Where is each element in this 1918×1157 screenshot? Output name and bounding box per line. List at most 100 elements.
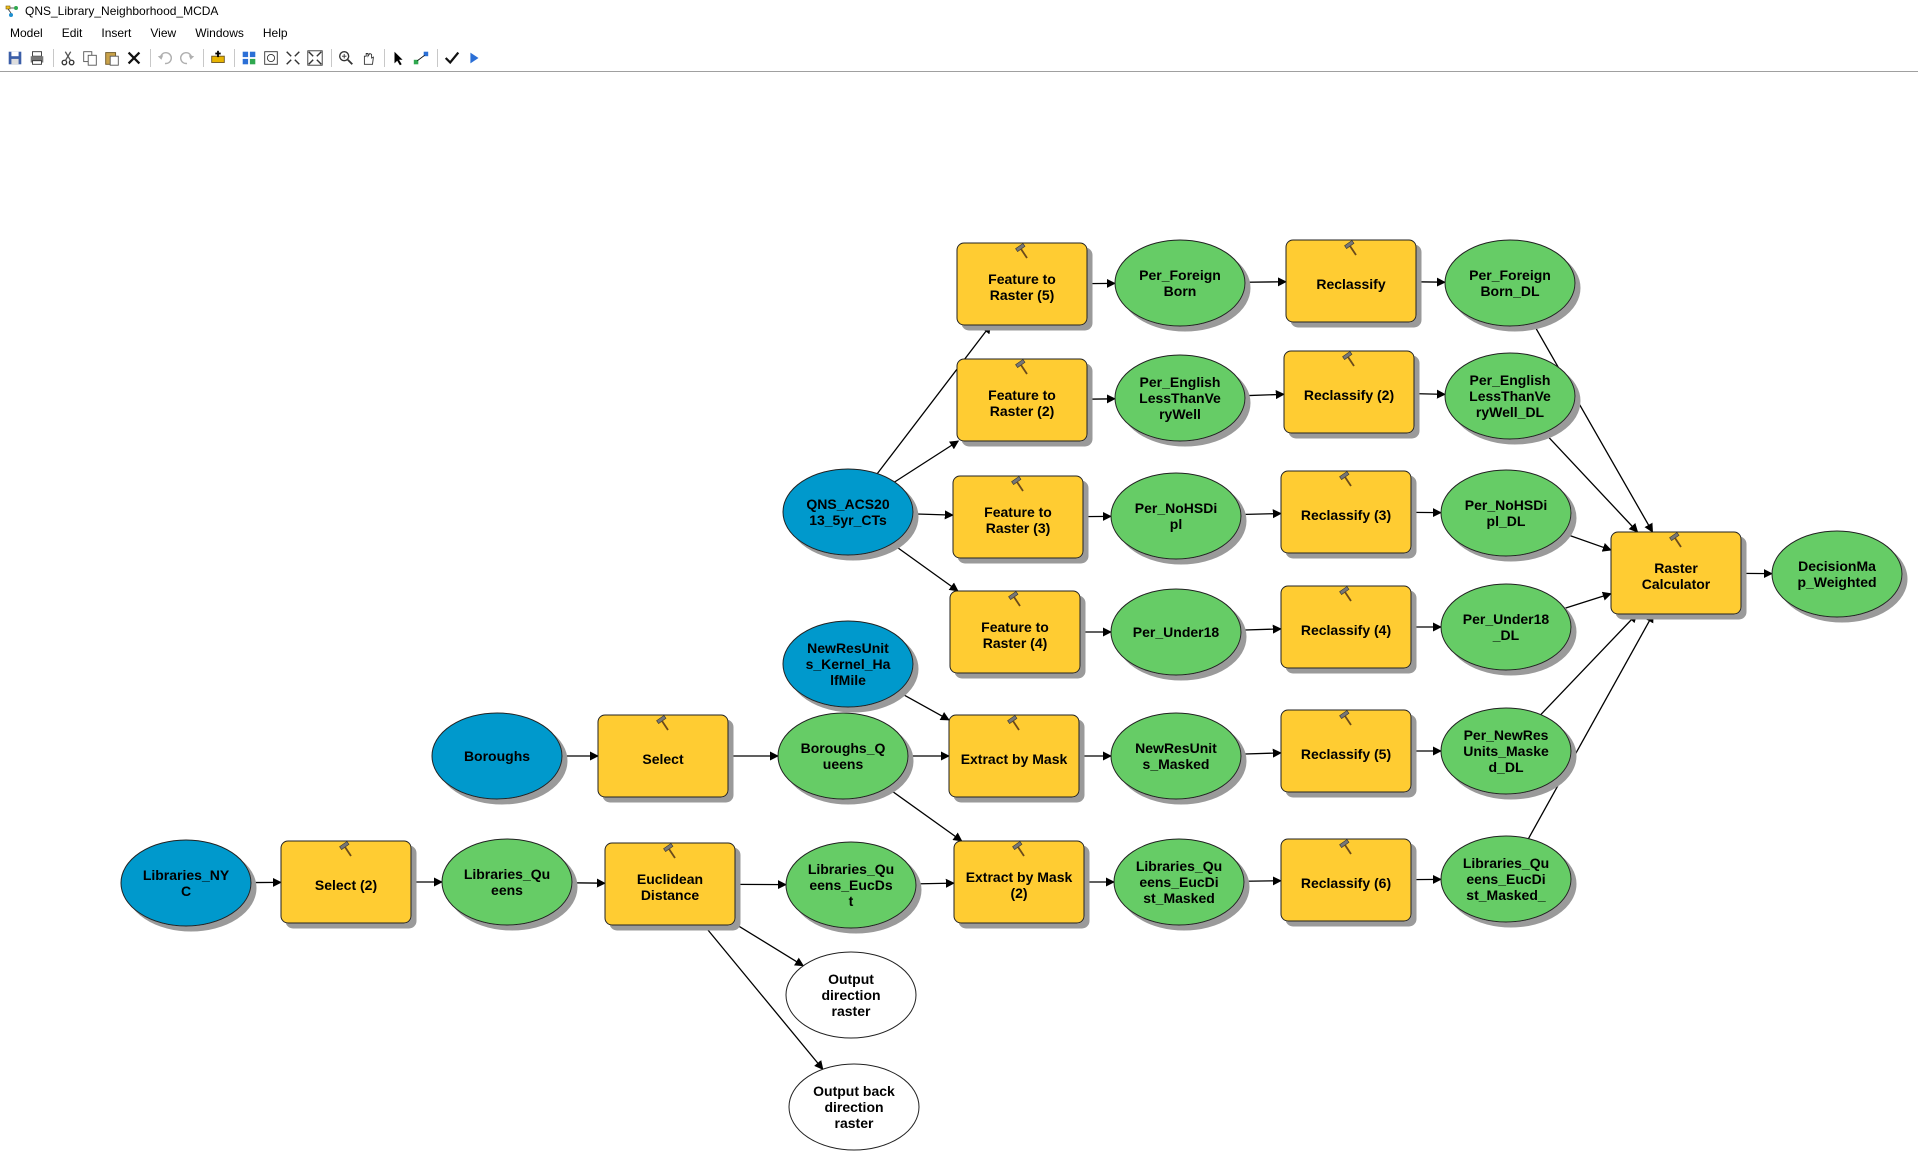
- connection-bq-to-ebm2[interactable]: [886, 787, 963, 842]
- tool-node-euc[interactable]: EuclideanDistance: [604, 842, 736, 926]
- undo-button[interactable]: [155, 48, 175, 68]
- toolbar-separator: [203, 49, 204, 67]
- tool-node-ebm2[interactable]: Extract by Mask(2): [953, 840, 1085, 924]
- node-label-line: NewResUnit: [807, 640, 889, 656]
- tool-node-rc4[interactable]: Reclassify (4): [1280, 585, 1412, 669]
- data-node-pel[interactable]: Per_EnglishLessThanVeryWell: [1114, 354, 1246, 442]
- data-node-bq[interactable]: Boroughs_Queens: [777, 712, 909, 800]
- redo-button[interactable]: [177, 48, 197, 68]
- full-extent-button[interactable]: [261, 48, 281, 68]
- connection-pu18-to-rc4[interactable]: [1240, 624, 1282, 634]
- tool-node-rc6[interactable]: Reclassify (6): [1280, 838, 1412, 922]
- node-label-line: Reclassify (3): [1301, 507, 1391, 523]
- node-label-line: Raster (5): [990, 287, 1055, 303]
- data-node-lqem[interactable]: Libraries_Queens_EucDist_Masked: [1113, 838, 1245, 926]
- save-button[interactable]: [5, 48, 25, 68]
- connection-acs-to-ftr2[interactable]: [894, 440, 960, 483]
- tool-node-calc[interactable]: RasterCalculator: [1610, 531, 1742, 615]
- cut-button[interactable]: [58, 48, 78, 68]
- data-node-dmw[interactable]: DecisionMap_Weighted: [1771, 530, 1903, 618]
- node-label-line: st_Masked_: [1466, 887, 1546, 903]
- print-button[interactable]: [27, 48, 47, 68]
- node-label-line: 13_5yr_CTs: [809, 512, 887, 528]
- model-canvas[interactable]: QNS_ACS2013_5yr_CTs NewResUnits_Kernel_Ha…: [0, 72, 1918, 1157]
- menu-model[interactable]: Model: [0, 22, 52, 44]
- data-node-pns[interactable]: Per_NoHSDipl: [1110, 472, 1242, 560]
- data-node-pu18[interactable]: Per_Under18: [1110, 588, 1242, 676]
- delete-button[interactable]: [124, 48, 144, 68]
- node-label-line: Select: [642, 751, 684, 767]
- connection-pu18dl-to-calc[interactable]: [1564, 591, 1612, 610]
- tool-node-select[interactable]: Select: [597, 714, 729, 798]
- data-node-lqe[interactable]: Libraries_Queens_EucDst: [785, 841, 917, 929]
- node-label-line: Euclidean: [637, 871, 703, 887]
- node-label-line: Select (2): [315, 877, 377, 893]
- run-button[interactable]: [464, 48, 484, 68]
- data-node-pfbdl[interactable]: Per_ForeignBorn_DL: [1444, 239, 1576, 327]
- toolbar-separator: [53, 49, 54, 67]
- tool-node-ftr3[interactable]: Feature toRaster (3): [952, 475, 1084, 559]
- tool-node-rc3[interactable]: Reclassify (3): [1280, 470, 1412, 554]
- tool-node-rc2[interactable]: Reclassify (2): [1283, 350, 1415, 434]
- node-label-line: Libraries_Qu: [1463, 855, 1549, 871]
- connection-pns-to-rc3[interactable]: [1240, 509, 1282, 519]
- data-node-peldl[interactable]: Per_EnglishLessThanVeryWell_DL: [1444, 352, 1576, 440]
- tool-node-ftr5[interactable]: Feature toRaster (5): [956, 242, 1088, 326]
- toolbar: [0, 46, 1918, 70]
- tool-node-rc5[interactable]: Reclassify (5): [1280, 709, 1412, 793]
- connection-euc-to-odr[interactable]: [734, 923, 805, 967]
- menu-help[interactable]: Help: [253, 22, 297, 44]
- tool-node-rc[interactable]: Reclassify: [1285, 239, 1417, 323]
- node-label-line: Feature to: [988, 387, 1056, 403]
- data-node-boroughs[interactable]: Boroughs: [431, 712, 563, 800]
- connection-acs-to-ftr3[interactable]: [912, 510, 954, 520]
- data-node-nrm[interactable]: NewResUnits_Masked: [1110, 712, 1242, 800]
- menu-insert[interactable]: Insert: [91, 22, 140, 44]
- data-node-pnsdl[interactable]: Per_NoHSDipl_DL: [1440, 469, 1572, 557]
- node-label-line: Units_Maske: [1463, 743, 1549, 759]
- connection-rc2-to-peldl[interactable]: [1413, 389, 1446, 399]
- data-node-libnyc[interactable]: Libraries_NYC: [120, 839, 252, 927]
- node-label-line: ueens: [823, 756, 864, 772]
- tool-node-select2[interactable]: Select (2): [280, 840, 412, 924]
- connection-pel-to-rc2[interactable]: [1244, 390, 1285, 400]
- add-connection-button[interactable]: [411, 48, 431, 68]
- select-button[interactable]: [389, 48, 409, 68]
- menu-windows[interactable]: Windows: [185, 22, 253, 44]
- tool-node-ftr2[interactable]: Feature toRaster (2): [956, 358, 1088, 442]
- data-node-newres[interactable]: NewResUnits_Kernel_HalfMile: [782, 620, 914, 708]
- menu-view[interactable]: View: [140, 22, 185, 44]
- output-node-obdr[interactable]: Output backdirectionraster: [788, 1063, 920, 1151]
- fixed-zoom-in-button[interactable]: [283, 48, 303, 68]
- validate-button[interactable]: [442, 48, 462, 68]
- fixed-zoom-out-button[interactable]: [305, 48, 325, 68]
- tool-node-ebm[interactable]: Extract by Mask: [948, 714, 1080, 798]
- data-node-lqemdl[interactable]: Libraries_Queens_EucDist_Masked_: [1440, 835, 1572, 923]
- copy-button[interactable]: [80, 48, 100, 68]
- data-node-acs[interactable]: QNS_ACS2013_5yr_CTs: [782, 468, 914, 556]
- connection-nrm-to-rc5[interactable]: [1240, 748, 1282, 758]
- data-node-pnrdl[interactable]: Per_NewResUnits_Masked_DL: [1440, 707, 1572, 795]
- add-data-button[interactable]: [208, 48, 228, 68]
- data-node-lq[interactable]: Libraries_Queens: [441, 838, 573, 926]
- data-node-pu18dl[interactable]: Per_Under18_DL: [1440, 583, 1572, 671]
- output-node-odr[interactable]: Outputdirectionraster: [785, 951, 917, 1039]
- auto-layout-icon: [242, 51, 256, 65]
- connection-lqe-to-ebm2[interactable]: [915, 878, 955, 888]
- zoom-in-icon: [339, 51, 353, 65]
- tool-node-ftr4[interactable]: Feature toRaster (4): [949, 590, 1081, 674]
- node-label-line: C: [181, 883, 191, 899]
- pan-button[interactable]: [358, 48, 378, 68]
- auto-layout-button[interactable]: [239, 48, 259, 68]
- data-node-pfb[interactable]: Per_ForeignBorn: [1114, 239, 1246, 327]
- connection-newres-to-ebm[interactable]: [897, 691, 950, 721]
- node-label-line: Feature to: [981, 619, 1049, 635]
- menu-edit[interactable]: Edit: [52, 22, 92, 44]
- node-label-line: Per_Under18: [1463, 611, 1550, 627]
- toolbar-separator: [234, 49, 235, 67]
- connection-pnsdl-to-calc[interactable]: [1563, 532, 1612, 552]
- zoom-in-button[interactable]: [336, 48, 356, 68]
- connection-acs-to-ftr4[interactable]: [891, 543, 959, 592]
- paste-button[interactable]: [102, 48, 122, 68]
- node-label-line: ryWell_DL: [1476, 404, 1545, 420]
